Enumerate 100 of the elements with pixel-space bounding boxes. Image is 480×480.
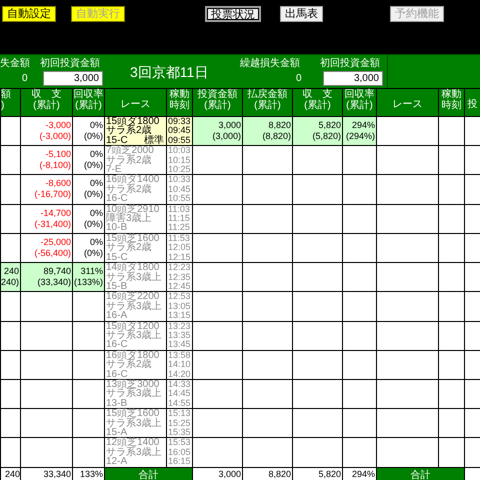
race-info: 16-C xyxy=(106,194,128,204)
time-text: 10:25 xyxy=(168,165,191,174)
total-value: 33,340 xyxy=(43,469,71,480)
amount-text: 89,740 xyxy=(42,266,72,278)
amount-text: (0%) xyxy=(82,218,104,230)
race-info: サラ系3歳上 xyxy=(106,272,162,282)
toolbar-button[interactable]: 出馬表 xyxy=(280,6,323,22)
time-text: 10:15 xyxy=(168,156,191,166)
total-value: 133% xyxy=(80,469,103,480)
race-info: 16-C xyxy=(106,370,128,379)
amount-input[interactable]: 3,000 xyxy=(43,71,103,86)
field-label: 初回投資金額 xyxy=(40,58,100,69)
amount-text: -14,700 xyxy=(39,208,72,219)
race-info: サラ系3歳上 xyxy=(106,302,162,312)
time-text: 14:33 xyxy=(168,380,191,390)
amount-input[interactable]: 3,000 xyxy=(323,71,383,86)
race-info: サラ系3歳上 xyxy=(106,418,162,428)
time-text: 15:53 xyxy=(168,438,191,448)
race-info: 16-C xyxy=(106,340,128,350)
amount-text: 294% xyxy=(350,120,376,131)
race-info: 15-C xyxy=(106,136,128,146)
race-info: サラ系3歳上 xyxy=(106,389,162,399)
time-text: 15:25 xyxy=(168,418,191,428)
column-header: 回収率 (累計) xyxy=(74,89,104,111)
time-text: 09:55 xyxy=(168,136,191,146)
amount-text: -3,000 xyxy=(44,120,72,131)
column-header: 収 支 (累計) xyxy=(302,89,332,111)
time-text: 12:45 xyxy=(168,282,191,292)
race-info: 15-C xyxy=(106,252,128,262)
amount-text: (0%) xyxy=(82,189,104,200)
time-text: 16:05 xyxy=(168,448,191,458)
total-value: 3,000 xyxy=(218,469,241,480)
amount-text: -25,000 xyxy=(39,236,72,248)
time-text: 12:35 xyxy=(168,272,191,282)
time-text: 12:05 xyxy=(168,243,191,253)
grade-label: 標準 xyxy=(144,136,165,146)
race-info: 14頭ダ1800 xyxy=(106,263,160,272)
time-text: 10:45 xyxy=(168,184,191,194)
amount-text: (8,820) xyxy=(261,131,292,142)
race-info: 15頭ダ1200 xyxy=(106,322,160,331)
race-info: 12頭芝1400 xyxy=(106,438,160,448)
amount-text: 0% xyxy=(88,236,104,248)
total-value: 8,820 xyxy=(268,469,291,480)
amount-text: -8,600 xyxy=(44,178,72,190)
race-info: サラ系2歳 xyxy=(106,156,152,166)
amount-text: -5,100 xyxy=(44,149,72,160)
total-label: 合計 xyxy=(410,470,430,480)
race-info: 15頭芝1600 xyxy=(106,409,160,419)
time-text: 14:10 xyxy=(168,360,191,370)
amount-text: (0%) xyxy=(82,160,104,172)
race-info: 16-A xyxy=(106,311,128,321)
column-header: 回収率 (累計) xyxy=(344,89,374,111)
race-info: サラ系2歳 xyxy=(106,360,152,370)
field-value: 0 xyxy=(296,73,302,84)
column-header: 払戻金額 (累計) xyxy=(248,89,288,111)
race-info: サラ系2歳 xyxy=(106,243,152,253)
time-text: 13:05 xyxy=(168,302,191,312)
amount-text: (294%) xyxy=(344,131,376,142)
column-header: 額 ) xyxy=(1,89,11,111)
race-info: 障害3歳上 xyxy=(106,214,152,224)
race-info: サラ系2歳 xyxy=(106,184,152,194)
total-value: 294% xyxy=(352,469,375,480)
amount-text: 0% xyxy=(88,178,104,190)
amount-text: (-8,100) xyxy=(38,160,72,172)
amount-text: (133%) xyxy=(73,277,104,288)
field-label: 初回投資金額 xyxy=(320,58,380,69)
amount-text: 3,000 xyxy=(217,120,242,131)
column-header: レース xyxy=(392,98,422,110)
amount-text: (5,820) xyxy=(311,131,342,142)
time-text: 11:15 xyxy=(168,214,190,224)
amount-text: (3,000) xyxy=(211,131,242,142)
race-info: 12-A xyxy=(106,457,128,467)
column-header: 稼動 時刻 xyxy=(170,89,190,111)
time-text: 09:33 xyxy=(168,117,191,126)
time-text: 13:15 xyxy=(168,311,191,321)
time-text: 13:35 xyxy=(168,330,191,340)
race-info: 15-A xyxy=(106,428,128,438)
amount-text: 0% xyxy=(88,120,104,131)
toolbar-button[interactable]: 自動設定 xyxy=(2,6,56,22)
race-info: 10-B xyxy=(106,223,128,233)
amount-text: 5,820 xyxy=(317,120,342,131)
amount-text: 311% xyxy=(80,266,104,278)
amount-text: 8,820 xyxy=(267,120,292,131)
race-info: 7頭芝2000 xyxy=(106,146,154,156)
time-text: 15:35 xyxy=(168,428,191,438)
race-info: サラ系3歳上 xyxy=(106,330,162,340)
race-info: 16頭芝2200 xyxy=(106,292,160,302)
time-text: 11:25 xyxy=(168,223,190,233)
total-label: 合計 xyxy=(138,470,158,480)
column-header: 収 支 (累計) xyxy=(32,89,62,111)
time-text: 10:55 xyxy=(168,194,191,204)
total-value: 5,820 xyxy=(318,469,341,480)
time-text: 14:45 xyxy=(168,389,191,399)
meeting-title: 3回京都11日 xyxy=(130,64,208,80)
amount-text: 240) xyxy=(1,277,20,288)
time-text: 13:58 xyxy=(168,350,191,360)
race-info: 13-B xyxy=(106,398,128,408)
race-info: 7-E xyxy=(106,165,122,174)
toolbar-button[interactable]: 投票状況 xyxy=(205,6,261,22)
race-info: サラ系3歳上 xyxy=(106,448,162,458)
